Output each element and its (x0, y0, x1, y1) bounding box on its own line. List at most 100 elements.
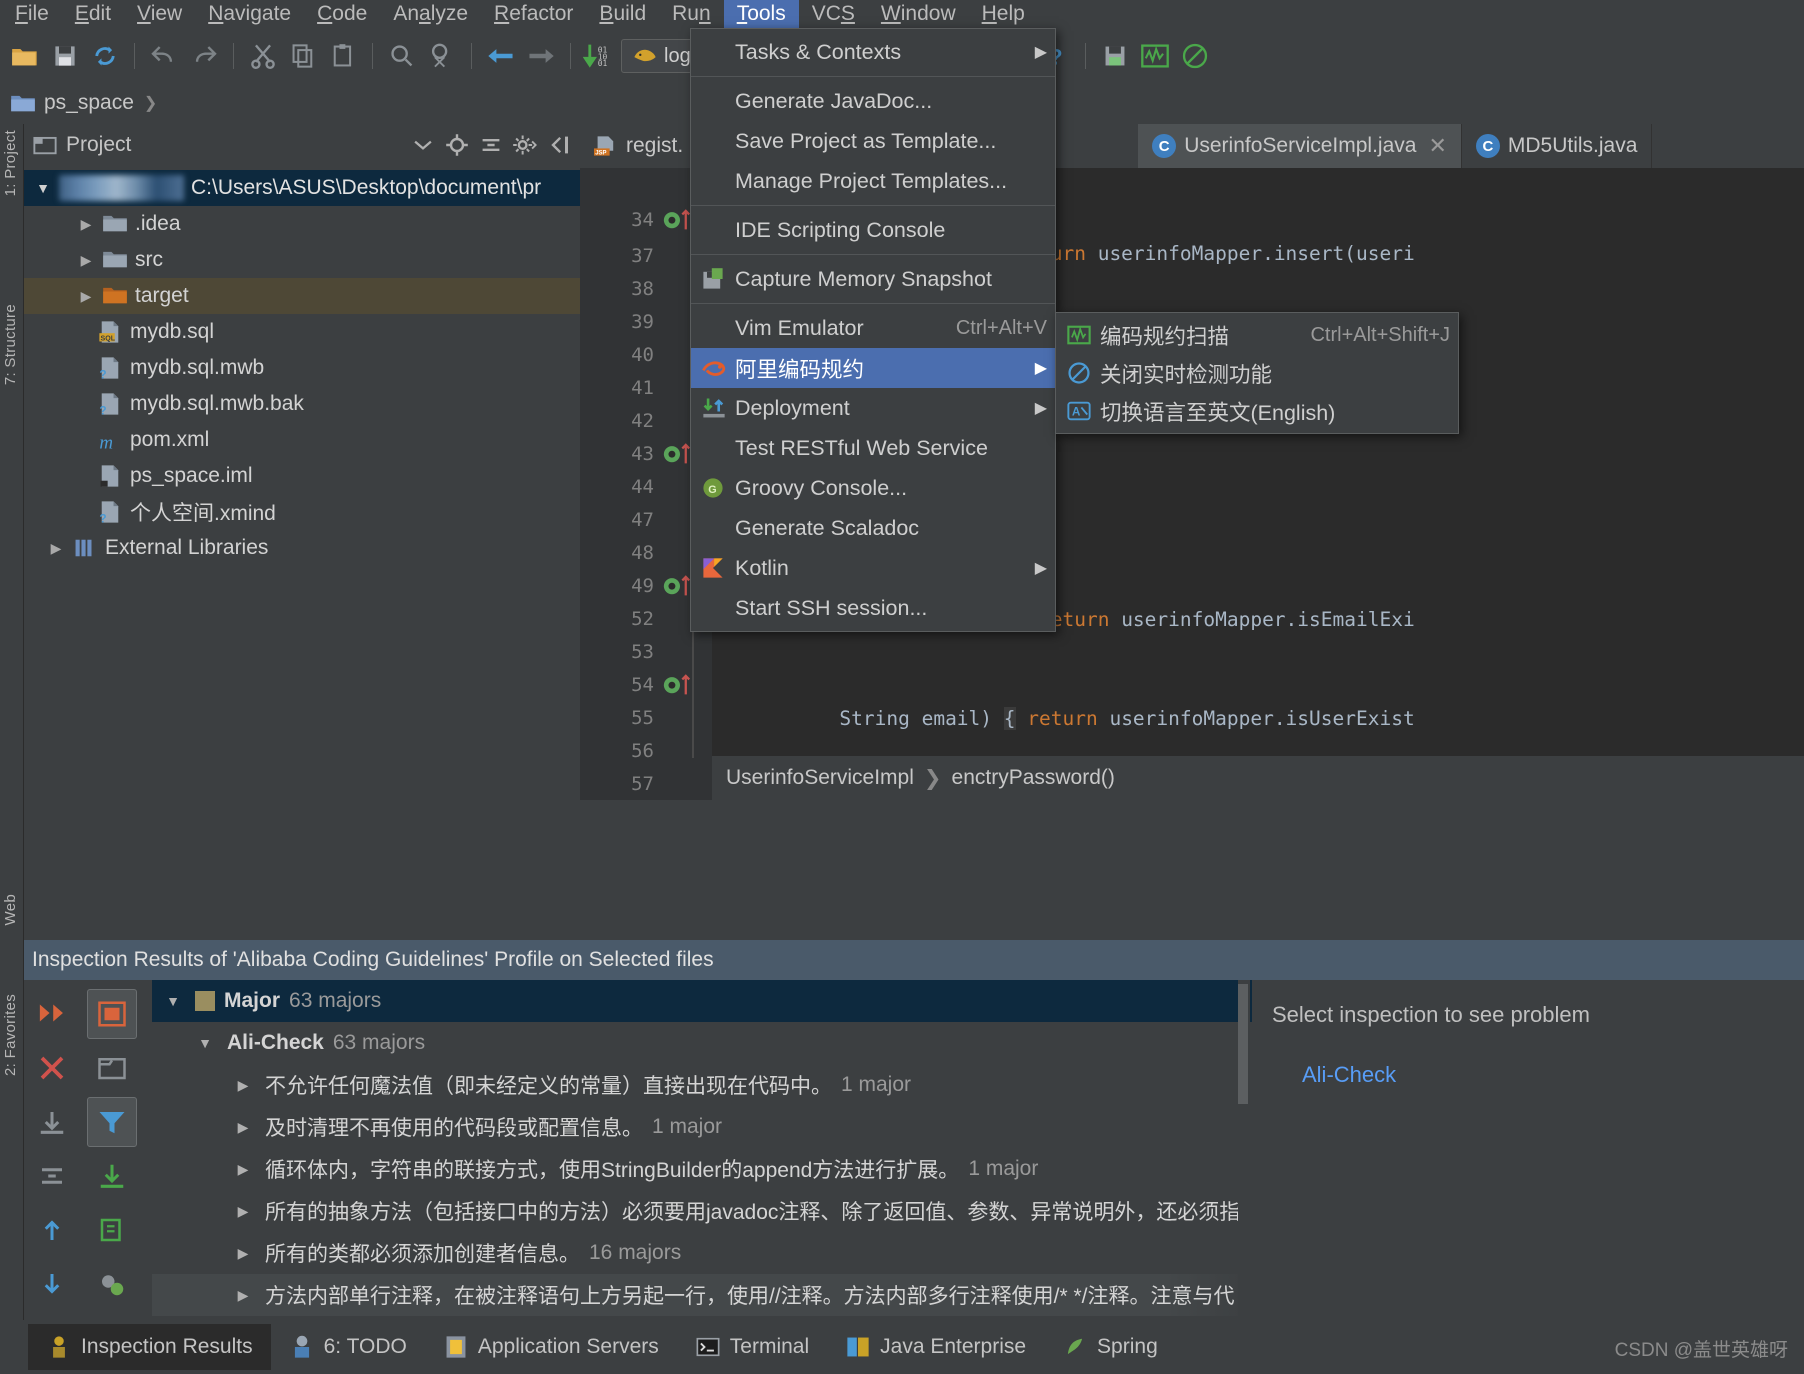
chevron-down-icon[interactable] (410, 132, 436, 158)
expand-arrow-icon[interactable]: ▶ (230, 1245, 256, 1262)
menu-save-project-as-template[interactable]: Save Project as Template... (691, 121, 1055, 161)
menu-generate-scaladoc[interactable]: Generate Scaladoc (691, 508, 1055, 548)
expand-arrow-icon[interactable]: ▶ (230, 1203, 256, 1220)
expand-arrow-icon[interactable]: ▼ (34, 180, 52, 196)
editor-tab-userinfoserviceimpl[interactable]: C UserinfoServiceImpl.java ✕ (1138, 124, 1462, 168)
menu-capture-memory-snapshot[interactable]: Capture Memory Snapshot (691, 259, 1055, 299)
menu-item-refactor[interactable]: Refactor (481, 0, 586, 31)
paste-icon[interactable] (324, 37, 362, 75)
inspection-item-comment-style[interactable]: ▶ 方法内部单行注释，在被注释语句上方另起一行，使用//注释。方法内部多行注释使… (152, 1274, 1252, 1316)
expand-arrow-icon[interactable]: ▶ (77, 216, 95, 233)
autoscroll-icon[interactable] (27, 1097, 77, 1147)
group-by-severity-icon[interactable] (87, 989, 138, 1039)
menu-deployment[interactable]: Deployment ▶ (691, 388, 1055, 428)
tool-tab-java-enterprise[interactable]: Java Enterprise (827, 1324, 1044, 1370)
previous-icon[interactable] (27, 1205, 77, 1255)
tree-row-project-root[interactable]: ▼ C:\Users\ASUS\Desktop\document\pr (24, 170, 580, 206)
inspection-item-class-author[interactable]: ▶ 所有的类都必须添加创建者信息。 16 majors (152, 1232, 1252, 1274)
replace-icon[interactable] (423, 37, 461, 75)
menu-item-vcs[interactable]: VCS (799, 0, 868, 31)
menu-item-file[interactable]: File (2, 0, 62, 31)
code-fold-handle[interactable] (682, 760, 821, 800)
menu-groovy-console[interactable]: G Groovy Console... (691, 468, 1055, 508)
menu-vim-emulator[interactable]: Vim Emulator Ctrl+Alt+V (691, 308, 1055, 348)
menu-generate-javadoc[interactable]: Generate JavaDoc... (691, 81, 1055, 121)
expand-arrow-icon[interactable]: ▶ (77, 252, 95, 269)
tool-tab-terminal[interactable]: Terminal (677, 1324, 827, 1370)
inspection-item-stringbuilder[interactable]: ▶ 循环体内，字符串的联接方式，使用StringBuilder的append方法… (152, 1148, 1252, 1190)
tool-tab-favorites[interactable]: 2: Favorites (2, 994, 19, 1076)
menu-item-navigate[interactable]: Navigate (195, 0, 304, 31)
submenu-disable-realtime-detection[interactable]: 关闭实时检测功能 (1056, 354, 1458, 392)
ali-scan-icon[interactable] (1136, 37, 1174, 75)
tree-row-xmind[interactable]: ? 个人空间.xmind (24, 494, 580, 530)
tool-tab-inspection-results[interactable]: Inspection Results (28, 1324, 271, 1370)
filter-icon[interactable] (87, 1097, 138, 1147)
menu-start-ssh-session[interactable]: Start SSH session... (691, 588, 1055, 628)
cut-icon[interactable] (244, 37, 282, 75)
tree-row-ps-space-iml[interactable]: ps_space.iml (24, 458, 580, 494)
menu-alibaba-coding-guidelines[interactable]: 阿里编码规约 ▶ (691, 348, 1055, 388)
editor-tab-regist-jsp[interactable]: JSP regist. (580, 124, 699, 168)
tree-row-pom-xml[interactable]: m pom.xml (24, 422, 580, 458)
copy-icon[interactable] (284, 37, 322, 75)
expand-all-icon[interactable] (27, 988, 77, 1038)
menu-item-tools[interactable]: Tools (723, 0, 799, 31)
scrollbar-thumb[interactable] (1238, 984, 1248, 1104)
submenu-switch-language-english[interactable]: A 切换语言至英文(English) (1056, 392, 1458, 430)
inspection-group-ali-check[interactable]: ▼ Ali-Check 63 majors (152, 1022, 1252, 1064)
edit-settings-icon[interactable] (87, 1205, 137, 1255)
override-method-marker-icon[interactable] (662, 669, 702, 702)
menu-item-run[interactable]: Run (659, 0, 724, 31)
redo-icon[interactable] (185, 37, 223, 75)
submenu-scan-coding-guidelines[interactable]: 编码规约扫描 Ctrl+Alt+Shift+J (1056, 316, 1458, 354)
menu-item-code[interactable]: Code (304, 0, 380, 31)
suppress-icon[interactable] (87, 1259, 137, 1309)
menu-tasks-and-contexts[interactable]: Tasks & Contexts ▶ (691, 32, 1055, 72)
tool-tab-spring[interactable]: Spring (1044, 1324, 1176, 1370)
back-icon[interactable] (482, 37, 520, 75)
settings-gear-icon[interactable] (512, 132, 538, 158)
tree-row-mydb-sql[interactable]: SQL mydb.sql (24, 314, 580, 350)
search-icon[interactable] (383, 37, 421, 75)
menu-item-window[interactable]: Window (868, 0, 969, 31)
breadcrumb-method[interactable]: enctryPassword() (952, 766, 1115, 790)
ali-disable-icon[interactable] (1176, 37, 1214, 75)
sync-refresh-icon[interactable] (86, 37, 124, 75)
menu-item-edit[interactable]: Edit (62, 0, 124, 31)
database-icon[interactable] (1096, 37, 1134, 75)
menu-item-help[interactable]: Help (969, 0, 1038, 31)
tool-tab-project[interactable]: 1: Project (2, 130, 19, 196)
expand-arrow-icon[interactable]: ▶ (230, 1161, 256, 1178)
expand-arrow-icon[interactable]: ▼ (160, 993, 186, 1009)
editor-tab-md5utils[interactable]: C MD5Utils.java (1462, 124, 1653, 168)
collapse-all-icon[interactable] (478, 132, 504, 158)
hide-panel-icon[interactable] (546, 132, 572, 158)
inspection-item-magic-value[interactable]: ▶ 不允许任何魔法值（即未经定义的常量）直接出现在代码中。 1 major (152, 1064, 1252, 1106)
tree-row-target[interactable]: ▶ target (24, 278, 580, 314)
inspection-group-major[interactable]: ▼ Major 63 majors (152, 980, 1252, 1022)
group-by-directory-icon[interactable] (87, 1043, 137, 1093)
menu-test-restful-web-service[interactable]: Test RESTful Web Service (691, 428, 1055, 468)
expand-arrow-icon[interactable]: ▶ (230, 1287, 256, 1304)
breadcrumb-class[interactable]: UserinfoServiceImpl (726, 766, 914, 790)
tool-tab-structure[interactable]: 7: Structure (2, 304, 19, 385)
next-icon[interactable] (27, 1259, 77, 1309)
inspection-detail-link[interactable]: Ali-Check (1272, 1062, 1784, 1088)
tool-tab-web[interactable]: Web (2, 894, 19, 925)
save-all-icon[interactable] (46, 37, 84, 75)
menu-ide-scripting-console[interactable]: IDE Scripting Console (691, 210, 1055, 250)
tree-row-external-libraries[interactable]: ▶ External Libraries (24, 530, 580, 566)
inspection-item-cleanup-unused[interactable]: ▶ 及时清理不再使用的代码段或配置信息。 1 major (152, 1106, 1252, 1148)
tool-tab-application-servers[interactable]: Application Servers (425, 1324, 677, 1370)
expand-arrow-icon[interactable]: ▶ (47, 540, 65, 557)
expand-arrow-icon[interactable]: ▶ (77, 288, 95, 305)
menu-manage-project-templates[interactable]: Manage Project Templates... (691, 161, 1055, 201)
compile-icon[interactable]: 01 10 01 (581, 37, 619, 75)
expand-arrow-icon[interactable]: ▶ (230, 1077, 256, 1094)
open-folder-icon[interactable] (6, 37, 44, 75)
menu-kotlin[interactable]: Kotlin ▶ (691, 548, 1055, 588)
collapse-icon[interactable] (27, 1151, 77, 1201)
locate-icon[interactable] (444, 132, 470, 158)
menu-item-view[interactable]: View (124, 0, 195, 31)
